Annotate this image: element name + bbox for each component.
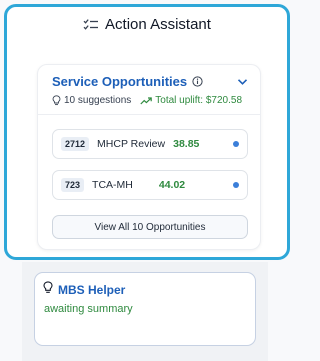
service-opportunities-card: Service Opportunities 10 suggestions Tot…	[37, 64, 261, 250]
action-assistant-panel: Action Assistant Service Opportunities 1…	[4, 4, 290, 260]
info-icon[interactable]	[192, 76, 203, 87]
summary-row: 10 suggestions Total uplift: $720.58	[52, 95, 250, 106]
status-dot	[233, 141, 239, 147]
card-title-row: Service Opportunities	[52, 74, 248, 89]
checklist-icon	[83, 18, 99, 32]
view-all-opportunities-button[interactable]: View All 10 Opportunities	[52, 215, 248, 239]
card-divider	[38, 114, 260, 115]
item-value: 44.02	[158, 179, 186, 191]
panel-header: Action Assistant	[7, 16, 287, 33]
opportunity-item[interactable]: 2712 MHCP Review 38.85	[52, 129, 248, 159]
service-opportunities-title: Service Opportunities	[52, 74, 188, 89]
item-code-badge: 2712	[61, 137, 90, 151]
chevron-down-icon[interactable]	[237, 78, 248, 86]
mbs-helper-status: awaiting summary	[44, 303, 133, 315]
item-name: TCA-MH	[92, 179, 133, 191]
mbs-helper-title: MBS Helper	[58, 283, 126, 297]
panel-title: Action Assistant	[105, 16, 211, 33]
item-code-badge: 723	[61, 178, 85, 192]
total-uplift: Total uplift: $720.58	[140, 95, 242, 106]
suggestions-count: 10 suggestions	[52, 95, 131, 106]
item-name: MHCP Review	[97, 138, 166, 150]
suggestions-text: 10 suggestions	[64, 95, 132, 106]
status-dot	[233, 182, 239, 188]
uplift-text: Total uplift: $720.58	[155, 95, 243, 106]
mbs-helper-card: MBS Helper awaiting summary	[34, 272, 256, 346]
item-value: 38.85	[173, 138, 200, 150]
trending-up-icon	[140, 96, 153, 104]
opportunity-item[interactable]: 723 TCA-MH 44.02	[52, 170, 248, 200]
lightbulb-icon	[43, 281, 53, 299]
helper-title-row: MBS Helper	[43, 281, 125, 299]
lightbulb-icon	[52, 95, 61, 106]
